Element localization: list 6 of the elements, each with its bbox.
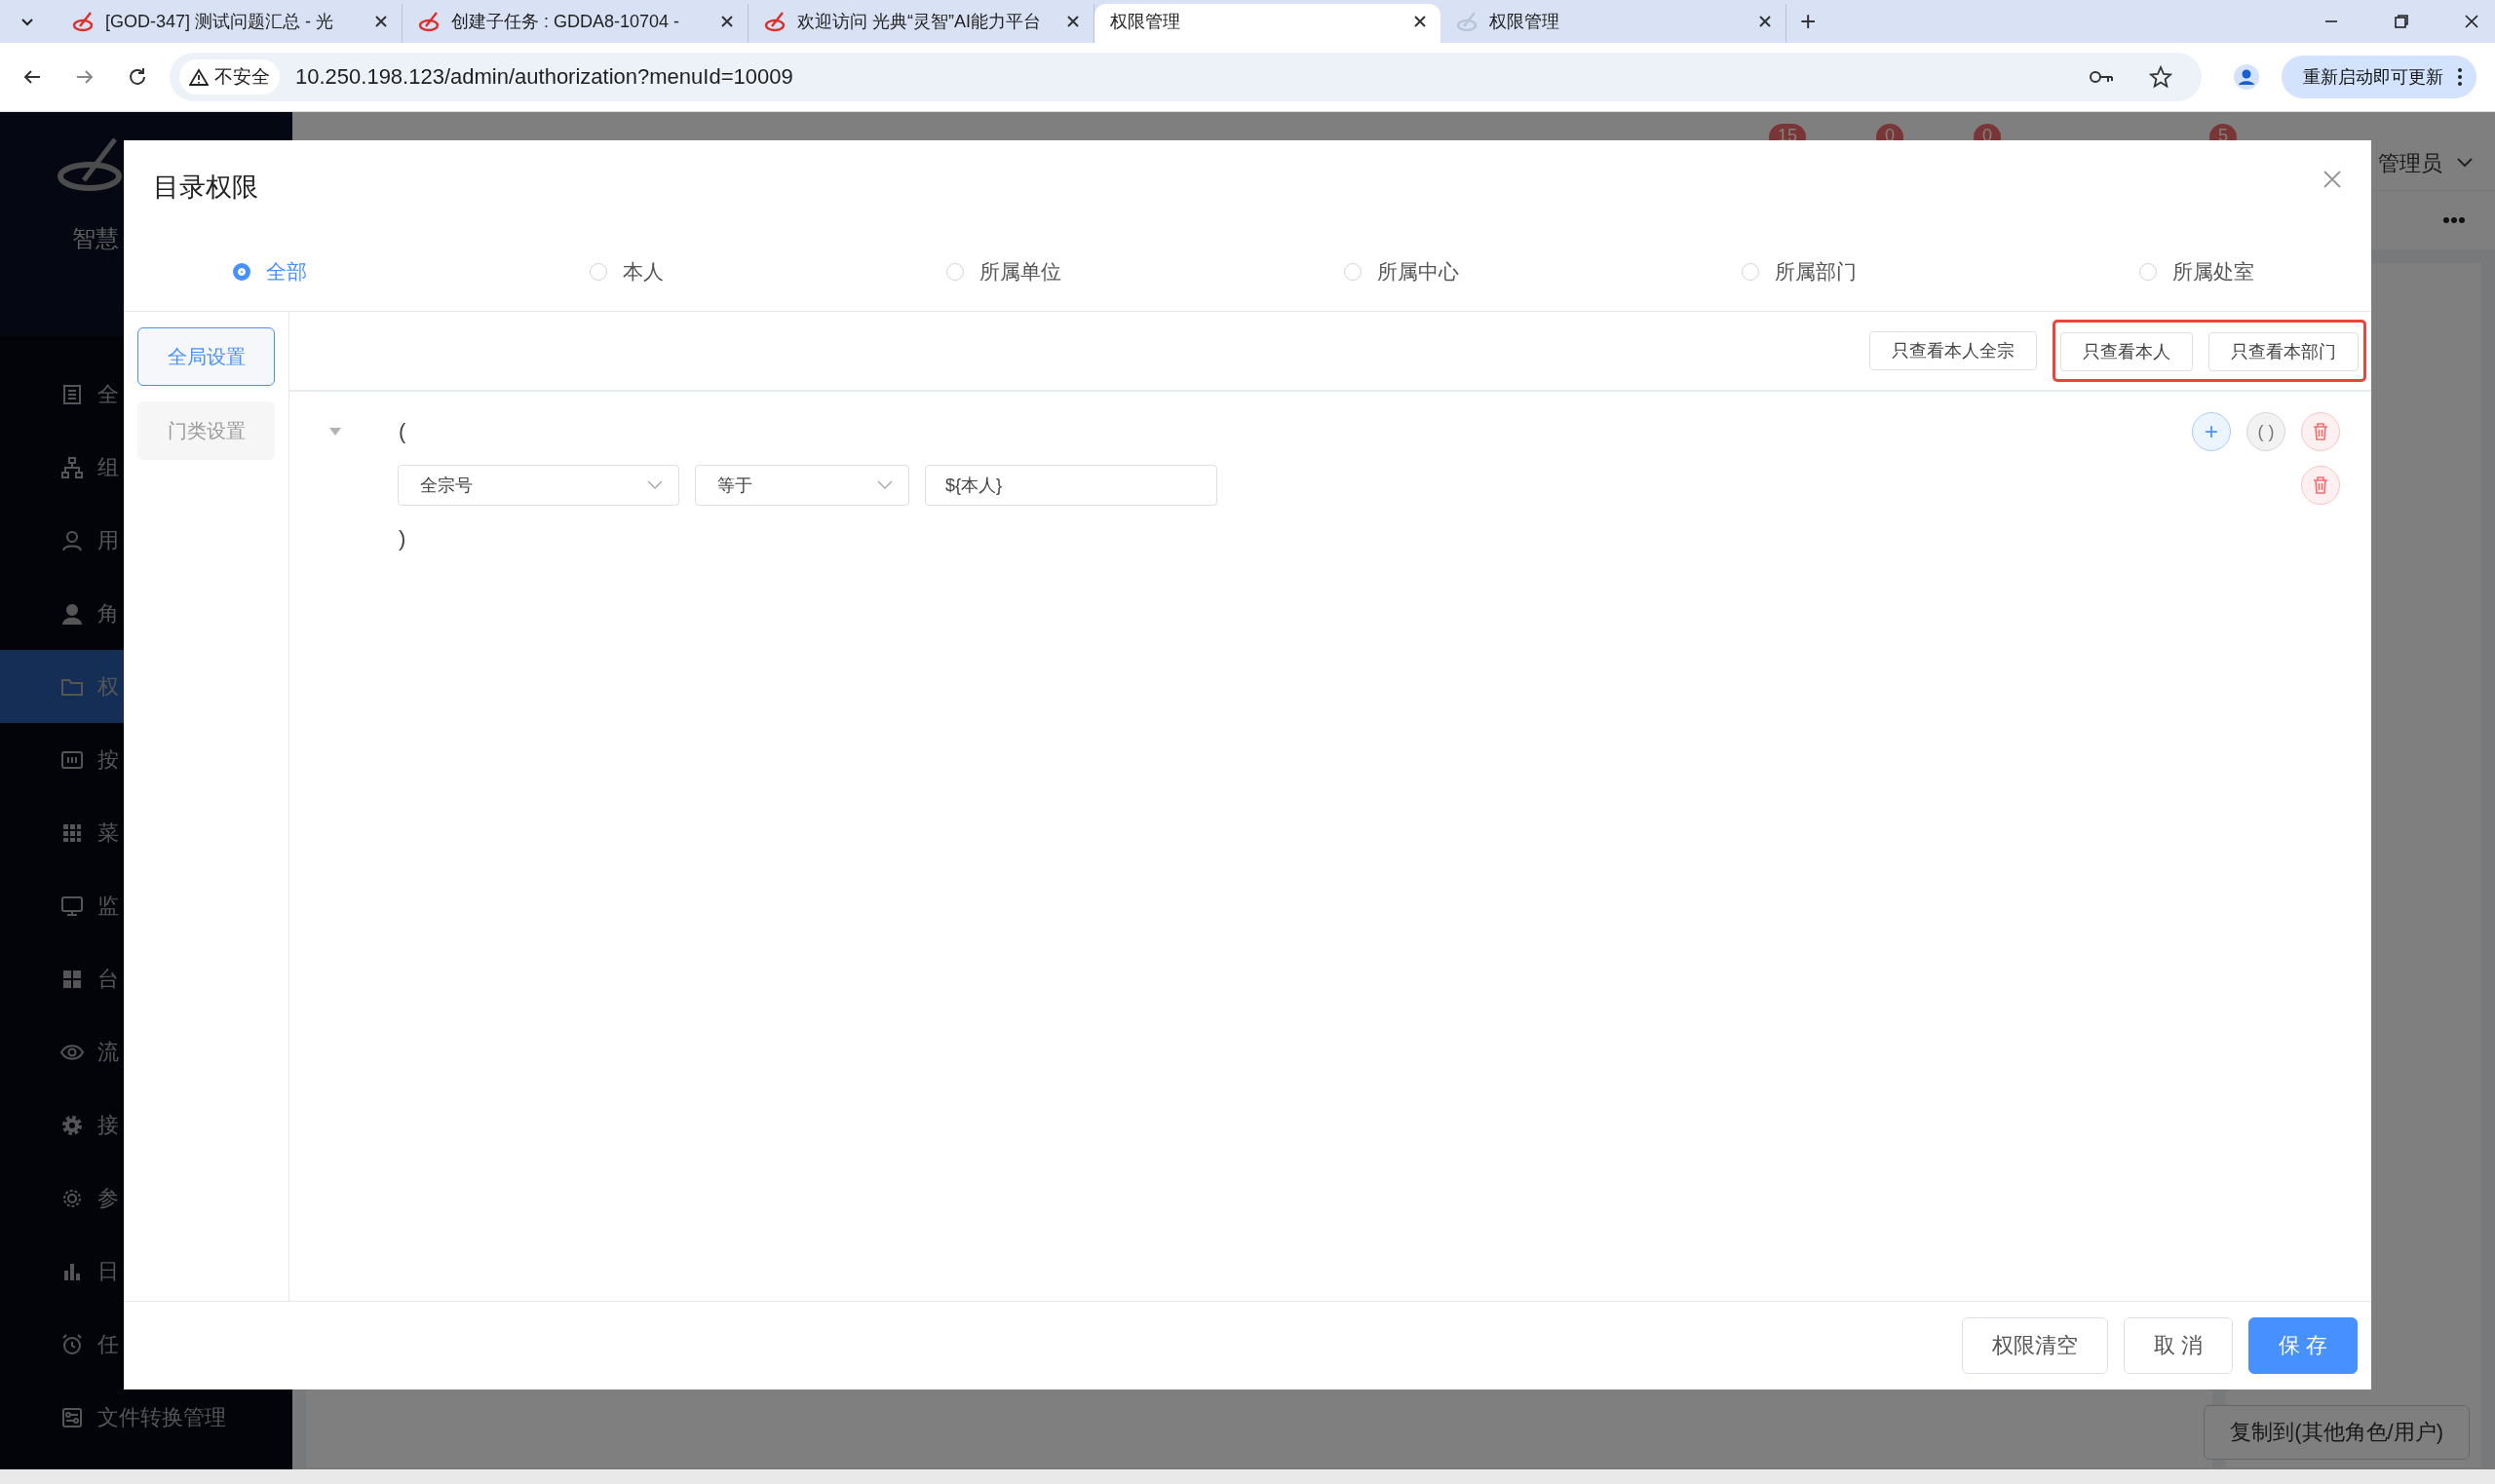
- dialog-title: 目录权限: [153, 171, 258, 204]
- security-label: 不安全: [214, 65, 270, 89]
- close-parenthesis: ): [399, 526, 406, 552]
- open-parenthesis: (: [399, 419, 406, 444]
- url-text: 10.250.198.123/admin/authorization?menuId=10009: [295, 64, 793, 90]
- logo-text: 智慧: [72, 224, 119, 253]
